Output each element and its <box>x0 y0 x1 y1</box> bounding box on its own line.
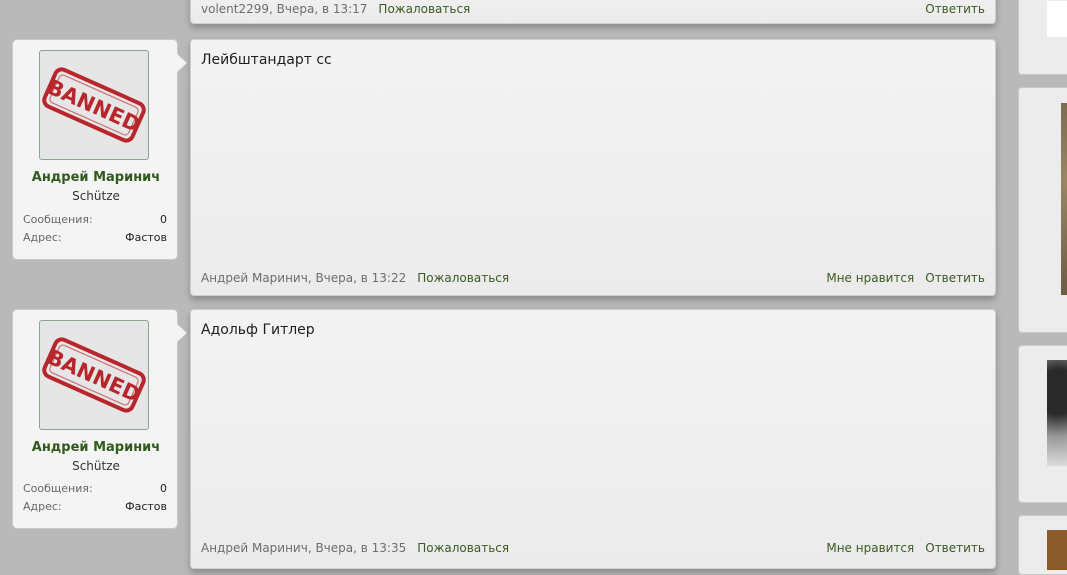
banned-stamp-icon: BANNED <box>42 337 146 413</box>
user-info-card: BANNED Андрей Маринич Schütze Сообщения:… <box>12 309 187 529</box>
stat-location: Адрес: Фастов <box>23 500 167 513</box>
user-rank: Schütze <box>72 459 120 473</box>
reply-link[interactable]: Ответить <box>925 271 985 285</box>
sidebar-thumbnail[interactable] <box>1047 360 1067 466</box>
post-message: Адольф Гитлер <box>201 322 315 338</box>
sidebar-widget <box>1018 0 1067 75</box>
stat-messages: Сообщения: 0 <box>23 213 167 226</box>
banned-stamp-icon: BANNED <box>42 67 146 143</box>
avatar[interactable]: BANNED <box>39 50 149 160</box>
sidebar-widget <box>1018 87 1067 333</box>
post-message: Лейбштандарт сс <box>201 52 332 68</box>
sidebar-thumbnail[interactable] <box>1061 103 1067 295</box>
post-card: volent2299, Вчера, в 13:17 Пожаловаться … <box>190 0 996 24</box>
report-link[interactable]: Пожаловаться <box>378 2 470 16</box>
report-link[interactable]: Пожаловаться <box>417 271 509 285</box>
reply-link[interactable]: Ответить <box>925 2 985 16</box>
username-link[interactable]: Андрей Маринич <box>13 170 179 185</box>
post-footer: Андрей Маринич, Вчера, в 13:22 Пожаловат… <box>201 271 985 285</box>
sidebar-widget <box>1018 345 1067 503</box>
user-rank: Schütze <box>72 189 120 203</box>
avatar[interactable]: BANNED <box>39 320 149 430</box>
username-link[interactable]: Андрей Маринич <box>13 440 179 455</box>
post-card: Лейбштандарт сс Андрей Маринич, Вчера, в… <box>190 39 996 296</box>
post-meta: Андрей Маринич, Вчера, в 13:22 <box>201 271 407 285</box>
post-meta: volent2299, Вчера, в 13:17 <box>201 2 368 16</box>
stat-messages: Сообщения: 0 <box>23 482 167 495</box>
sidebar-thumbnail[interactable] <box>1047 530 1067 570</box>
user-info-card: BANNED Андрей Маринич Schütze Сообщения:… <box>12 39 187 260</box>
sidebar-widget <box>1018 515 1067 575</box>
like-link[interactable]: Мне нравится <box>826 271 914 285</box>
sidebar-thumbnail[interactable] <box>1047 1 1067 37</box>
post-footer: volent2299, Вчера, в 13:17 Пожаловаться … <box>201 2 985 16</box>
stat-location: Адрес: Фастов <box>23 231 167 244</box>
post-card: Адольф Гитлер Андрей Маринич, Вчера, в 1… <box>190 309 996 569</box>
